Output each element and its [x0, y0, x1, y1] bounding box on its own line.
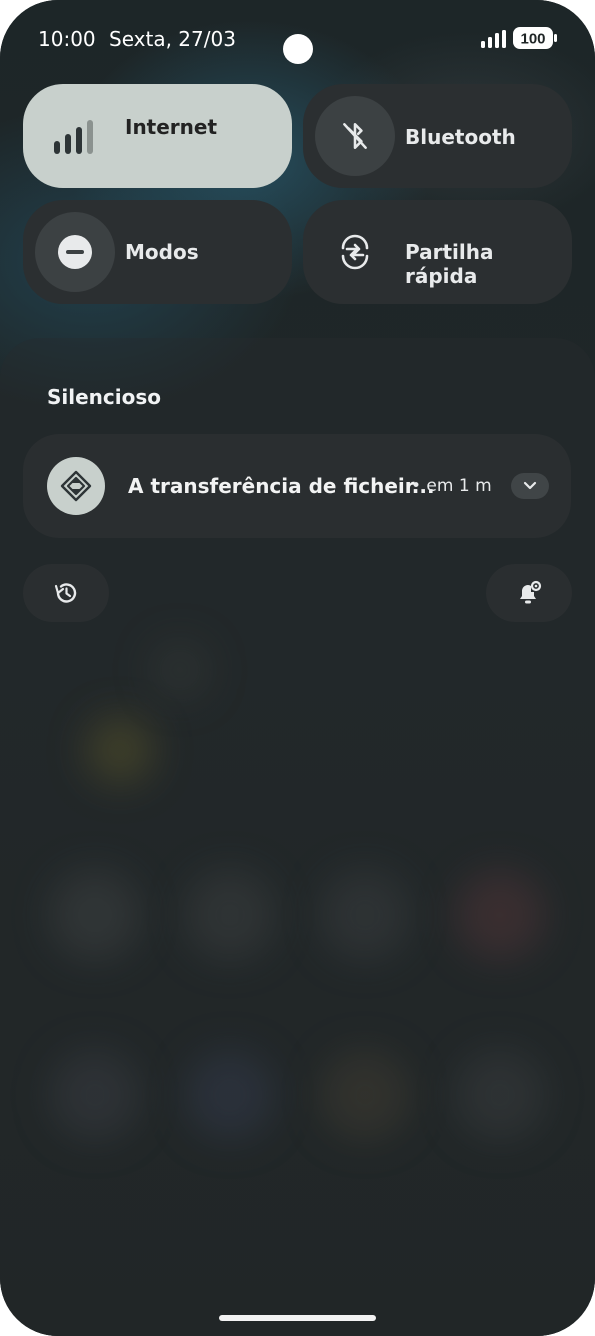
- quick-share-icon: [341, 234, 369, 270]
- section-title-silent: Silencioso: [47, 385, 162, 409]
- cellular-signal-icon: [481, 30, 506, 48]
- tile-label: Modos: [125, 240, 199, 264]
- bluetooth-icon-container: [315, 96, 395, 176]
- notification-history-button[interactable]: [23, 564, 109, 622]
- home-gesture-bar[interactable]: [219, 1315, 376, 1321]
- bluetooth-off-icon: [343, 123, 367, 149]
- tile-label: Bluetooth: [405, 125, 516, 149]
- tile-quick-share[interactable]: Partilha rápida: [303, 200, 572, 304]
- expand-button[interactable]: [511, 473, 549, 499]
- notification-title: A transferência de ficheir...: [128, 474, 435, 498]
- notification-time: • em 1 m: [411, 476, 492, 496]
- modes-icon-container: [35, 212, 115, 292]
- clock: 10:00: [38, 27, 96, 51]
- do-not-disturb-icon: [58, 235, 92, 269]
- app-icon-container: [47, 457, 105, 515]
- tile-label: Internet: [125, 115, 218, 139]
- history-icon: [54, 583, 77, 603]
- notification-shade: 10:00 Sexta, 27/03 100 Internet Bluetoot…: [0, 0, 595, 1336]
- tile-bluetooth[interactable]: Bluetooth: [303, 84, 572, 188]
- date: Sexta, 27/03: [109, 27, 236, 51]
- chevron-down-icon: [523, 481, 537, 490]
- tile-label: Partilha rápida: [405, 240, 494, 288]
- battery-level: 100: [520, 31, 545, 48]
- tile-modes[interactable]: Modos: [23, 200, 292, 304]
- tile-internet[interactable]: Internet: [23, 84, 292, 188]
- notification-settings-button[interactable]: [486, 564, 572, 622]
- signal-icon: [54, 120, 93, 154]
- notification-card[interactable]: A transferência de ficheir... • em 1 m: [23, 434, 571, 538]
- battery-icon: 100: [513, 27, 557, 49]
- file-transfer-icon: [60, 470, 92, 502]
- notification-settings-icon: [520, 580, 542, 604]
- camera-cutout: [283, 34, 313, 64]
